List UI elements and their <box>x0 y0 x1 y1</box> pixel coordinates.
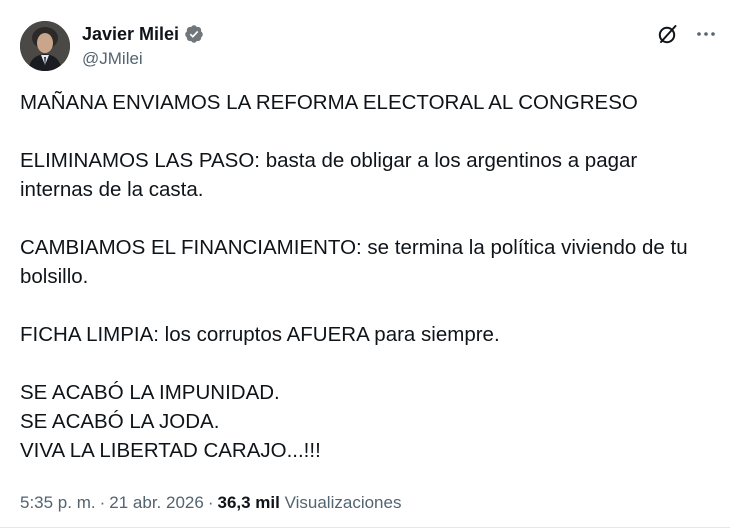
tweet-paragraph: SE ACABÓ LA IMPUNIDAD. SE ACABÓ LA JODA.… <box>20 381 321 462</box>
author-identity: Javier Milei @JMilei <box>82 23 204 70</box>
avatar[interactable] <box>20 21 70 71</box>
tweet-date[interactable]: 21 abr. 2026 <box>109 493 204 512</box>
author-handle[interactable]: @JMilei <box>82 48 204 70</box>
meta-separator: · <box>99 493 106 512</box>
verified-badge-icon[interactable] <box>184 24 204 44</box>
avatar-portrait-icon <box>20 21 70 71</box>
tweet-meta: 5:35 p. m. · 21 abr. 2026 · 36,3 mil Visuali… <box>20 492 401 514</box>
more-icon[interactable] <box>694 22 718 46</box>
tweet-paragraph: CAMBIAMOS EL FINANCIAMIENTO: se termina … <box>20 236 688 288</box>
tweet-paragraph: FICHA LIMPIA: los corruptos AFUERA para … <box>20 323 500 346</box>
name-row: Javier Milei <box>82 23 204 45</box>
views-label[interactable]: Visualizaciones <box>285 493 402 512</box>
header-actions <box>656 22 718 46</box>
tweet-header: Javier Milei @JMilei <box>20 18 718 74</box>
views-count[interactable]: 36,3 mil <box>217 493 279 512</box>
tweet-paragraph: ELIMINAMOS LAS PASO: basta de obligar a … <box>20 149 638 201</box>
grok-icon[interactable] <box>656 22 680 46</box>
tweet-time[interactable]: 5:35 p. m. <box>20 493 96 512</box>
tweet-text: MAÑANA ENVIAMOS LA REFORMA ELECTORAL AL … <box>20 88 714 465</box>
author-name[interactable]: Javier Milei <box>82 23 179 45</box>
meta-separator: · <box>207 493 214 512</box>
tweet-card: Javier Milei @JMilei MAÑANA ENVIAMOS LA … <box>0 0 730 528</box>
tweet-paragraph: MAÑANA ENVIAMOS LA REFORMA ELECTORAL AL … <box>20 91 638 114</box>
